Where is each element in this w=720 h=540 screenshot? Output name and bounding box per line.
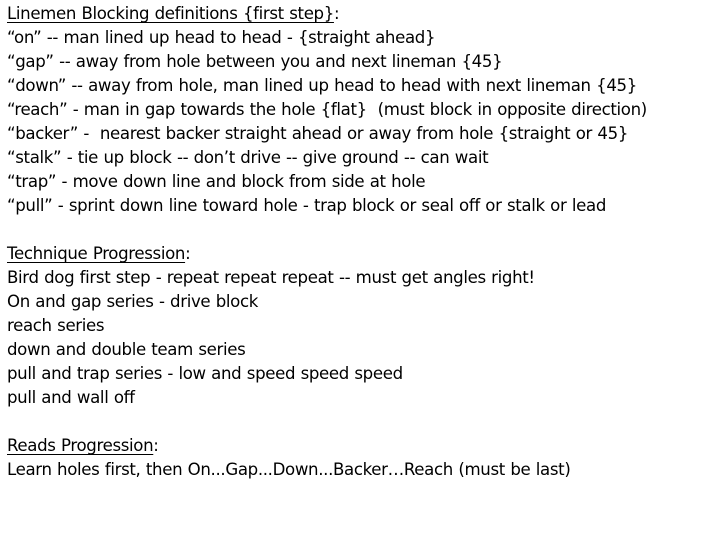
definition-stalk: “stalk” - tie up block -- don’t drive --… (7, 148, 489, 167)
heading-text: Technique Progression (7, 244, 186, 263)
heading-colon: : (185, 244, 191, 263)
definition-down: “down” -- away from hole, man lined up h… (7, 76, 637, 95)
definition-trap: “trap” - move down line and block from s… (7, 172, 426, 191)
definition-backer: “backer” - nearest backer straight ahead… (7, 124, 629, 143)
definition-pull: “pull” - sprint down line toward hole - … (7, 196, 607, 215)
technique-step: pull and trap series - low and speed spe… (7, 364, 403, 383)
definition-reach: “reach” - man in gap towards the hole {f… (7, 100, 647, 119)
technique-step: On and gap series - drive block (7, 292, 258, 311)
definition-on: “on” -- man lined up head to head - {str… (7, 28, 436, 47)
heading-colon: : (153, 436, 159, 455)
definition-gap: “gap” -- away from hole between you and … (7, 52, 503, 71)
technique-step: down and double team series (7, 340, 246, 359)
section-heading-blocking-definitions: Linemen Blocking definitions {first step… (7, 2, 719, 26)
heading-colon: : (333, 4, 340, 23)
document-body: Linemen Blocking definitions {first step… (7, 2, 719, 482)
heading-text: Linemen Blocking definitions {first step… (7, 4, 334, 23)
technique-step: Bird dog first step - repeat repeat repe… (7, 268, 535, 287)
technique-step: pull and wall off (7, 388, 135, 407)
technique-step: reach series (7, 316, 105, 335)
reads-step: Learn holes first, then On...Gap...Down.… (7, 460, 571, 479)
section-heading-reads-progression: Reads Progression: (7, 434, 719, 458)
heading-text: Reads Progression (7, 436, 154, 455)
section-heading-technique-progression: Technique Progression: (7, 242, 719, 266)
